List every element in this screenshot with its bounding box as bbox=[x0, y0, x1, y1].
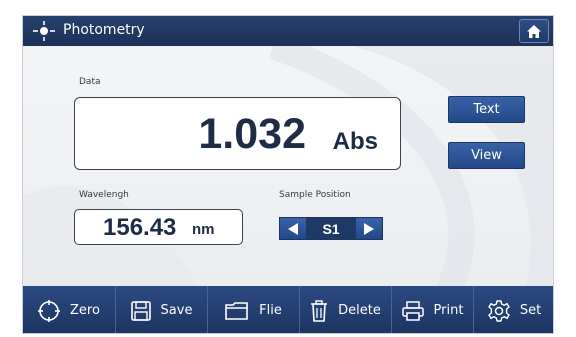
save-button[interactable]: Save bbox=[116, 286, 208, 333]
text-button[interactable]: Text bbox=[448, 96, 525, 123]
sample-position-selector: S1 bbox=[279, 217, 383, 240]
view-button[interactable]: View bbox=[448, 142, 525, 169]
wavelength-unit: nm bbox=[192, 221, 215, 238]
window-title: Photometry bbox=[63, 22, 145, 38]
photometry-window: Photometry Data 1.032 Abs Text View Wave… bbox=[22, 15, 554, 334]
background-swirl bbox=[23, 46, 553, 300]
save-label: Save bbox=[160, 303, 193, 318]
file-label: Flie bbox=[259, 303, 282, 318]
next-position-button[interactable] bbox=[356, 218, 382, 239]
wavelength-display[interactable]: 156.43 nm bbox=[74, 209, 243, 245]
zero-button[interactable]: Zero bbox=[23, 286, 116, 333]
delete-button[interactable]: Delete bbox=[300, 286, 392, 333]
delete-label: Delete bbox=[338, 303, 381, 318]
home-icon bbox=[527, 24, 541, 38]
wavelength-value: 156.43 bbox=[103, 214, 177, 241]
zero-label: Zero bbox=[70, 303, 100, 318]
triangle-left-icon bbox=[288, 222, 298, 235]
trash-icon bbox=[311, 299, 328, 322]
title-bar: Photometry bbox=[23, 16, 553, 46]
sun-icon bbox=[33, 21, 55, 41]
home-button[interactable] bbox=[519, 19, 549, 43]
data-unit: Abs bbox=[332, 128, 378, 155]
bottom-toolbar: Zero Save Flie Delete Print Set bbox=[23, 286, 553, 333]
printer-icon bbox=[401, 300, 424, 321]
data-value: 1.032 bbox=[198, 110, 306, 158]
crosshair-icon bbox=[38, 299, 61, 322]
folder-icon bbox=[225, 301, 249, 320]
print-label: Print bbox=[433, 303, 464, 318]
sample-position-label: Sample Position bbox=[279, 190, 351, 200]
data-display: 1.032 Abs bbox=[74, 97, 401, 170]
data-label: Data bbox=[79, 77, 101, 87]
sample-position-value: S1 bbox=[306, 218, 356, 239]
triangle-right-icon bbox=[364, 222, 374, 235]
wavelength-label: Wavelengh bbox=[79, 190, 129, 200]
file-button[interactable]: Flie bbox=[208, 286, 300, 333]
set-button[interactable]: Set bbox=[474, 286, 553, 333]
print-button[interactable]: Print bbox=[392, 286, 474, 333]
gear-icon bbox=[488, 299, 510, 322]
floppy-disk-icon bbox=[130, 300, 151, 321]
set-label: Set bbox=[519, 303, 542, 318]
previous-position-button[interactable] bbox=[280, 218, 306, 239]
